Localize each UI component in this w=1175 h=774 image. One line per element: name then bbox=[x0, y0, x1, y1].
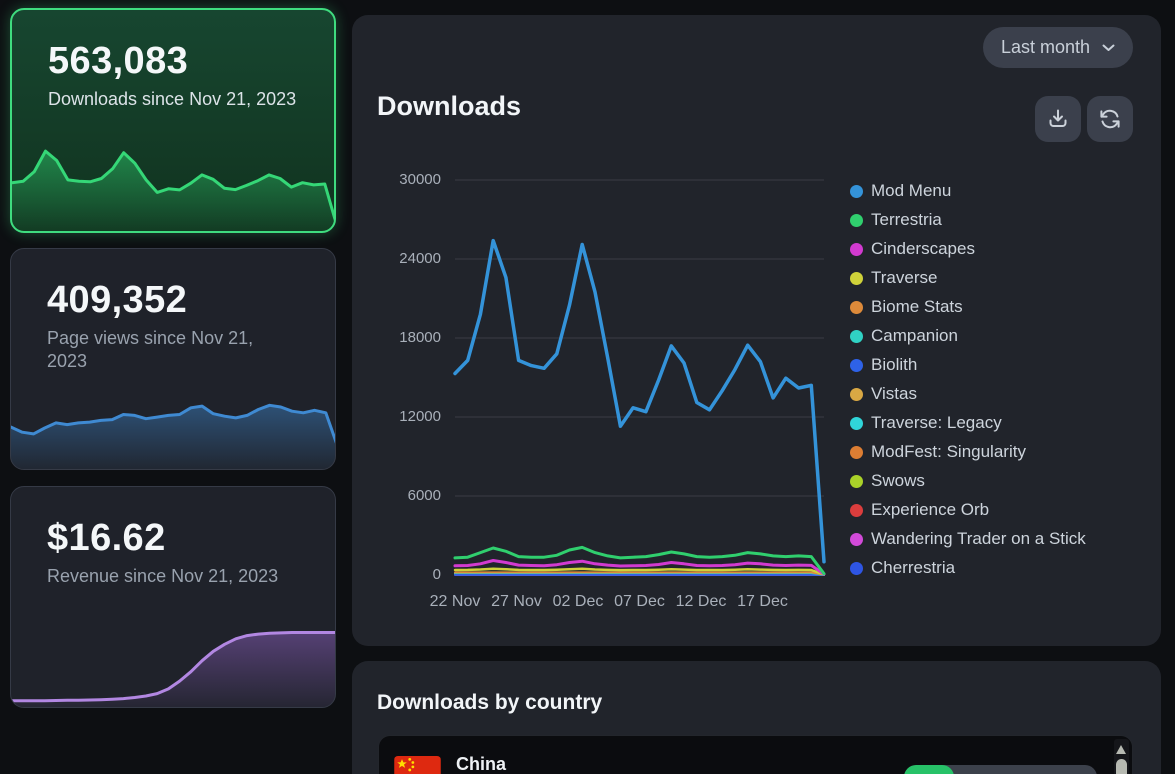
page-views-total: 409,352 bbox=[47, 279, 335, 322]
legend-label: Cinderscapes bbox=[871, 239, 975, 259]
y-axis-label: 6000 bbox=[371, 487, 441, 504]
legend-dot-icon bbox=[850, 446, 863, 459]
page-views-total-label: Page views since Nov 21, 2023 bbox=[47, 327, 297, 373]
legend-label: Mod Menu bbox=[871, 181, 951, 201]
downloads-total: 563,083 bbox=[48, 40, 334, 83]
country-downloads-bar bbox=[904, 765, 1097, 774]
legend-dot-icon bbox=[850, 388, 863, 401]
chart-legend: Mod Menu Terrestria Cinderscapes Traverse Bi… bbox=[850, 181, 1086, 578]
legend-item-biome-stats[interactable]: Biome Stats bbox=[850, 297, 1086, 317]
y-axis-label: 12000 bbox=[371, 408, 441, 425]
legend-label: Experience Orb bbox=[871, 500, 989, 520]
y-axis-label: 0 bbox=[371, 566, 441, 583]
y-axis-label: 24000 bbox=[371, 250, 441, 267]
stat-card-downloads[interactable]: 563,083 Downloads since Nov 21, 2023 bbox=[10, 8, 336, 233]
legend-item-traverse[interactable]: Traverse bbox=[850, 268, 1086, 288]
legend-label: Campanion bbox=[871, 326, 958, 346]
revenue-total: $16.62 bbox=[47, 517, 335, 560]
legend-dot-icon bbox=[850, 214, 863, 227]
country-panel-title: Downloads by country bbox=[377, 691, 602, 715]
legend-item-cinderscapes[interactable]: Cinderscapes bbox=[850, 239, 1086, 259]
legend-dot-icon bbox=[850, 475, 863, 488]
stat-card-revenue[interactable]: $16.62 Revenue since Nov 21, 2023 bbox=[10, 486, 336, 708]
scrollbar-thumb[interactable] bbox=[1116, 759, 1127, 774]
legend-dot-icon bbox=[850, 185, 863, 198]
revenue-sparkline bbox=[11, 615, 336, 707]
downloads-total-label: Downloads since Nov 21, 2023 bbox=[48, 88, 298, 111]
legend-label: Vistas bbox=[871, 384, 917, 404]
y-axis-label: 18000 bbox=[371, 329, 441, 346]
country-list-scrollbar[interactable] bbox=[1114, 739, 1129, 774]
legend-item-vistas[interactable]: Vistas bbox=[850, 384, 1086, 404]
country-list: China bbox=[378, 735, 1133, 774]
legend-item-biolith[interactable]: Biolith bbox=[850, 355, 1086, 375]
legend-item-mod-menu[interactable]: Mod Menu bbox=[850, 181, 1086, 201]
legend-dot-icon bbox=[850, 272, 863, 285]
downloads-panel: Last month Downloads 3000024000180001200… bbox=[352, 15, 1161, 646]
series-line-mod-menu bbox=[455, 241, 824, 562]
legend-label: Wandering Trader on a Stick bbox=[871, 529, 1086, 549]
legend-label: Biome Stats bbox=[871, 297, 963, 317]
legend-item-traverse-legacy[interactable]: Traverse: Legacy bbox=[850, 413, 1086, 433]
legend-item-campanion[interactable]: Campanion bbox=[850, 326, 1086, 346]
scroll-up-arrow-icon[interactable] bbox=[1116, 745, 1126, 754]
country-panel: Downloads by country China bbox=[352, 661, 1161, 774]
legend-item-cherrestria[interactable]: Cherrestria bbox=[850, 558, 1086, 578]
legend-dot-icon bbox=[850, 243, 863, 256]
legend-item-experience-orb[interactable]: Experience Orb bbox=[850, 500, 1086, 520]
legend-dot-icon bbox=[850, 330, 863, 343]
sparkline-area bbox=[12, 151, 336, 231]
stat-card-page-views[interactable]: 409,352 Page views since Nov 21, 2023 bbox=[10, 248, 336, 470]
legend-dot-icon bbox=[850, 562, 863, 575]
country-downloads-bar-fill bbox=[904, 765, 954, 774]
page-views-sparkline bbox=[11, 377, 336, 469]
revenue-total-label: Revenue since Nov 21, 2023 bbox=[47, 565, 297, 588]
legend-label: Cherrestria bbox=[871, 558, 955, 578]
legend-label: Swows bbox=[871, 471, 925, 491]
legend-label: ModFest: Singularity bbox=[871, 442, 1026, 462]
sparkline-area bbox=[11, 633, 336, 708]
legend-label: Traverse bbox=[871, 268, 937, 288]
legend-dot-icon bbox=[850, 533, 863, 546]
china-flag-icon bbox=[394, 756, 441, 774]
legend-dot-icon bbox=[850, 504, 863, 517]
y-axis-label: 30000 bbox=[371, 171, 441, 188]
legend-dot-icon bbox=[850, 301, 863, 314]
legend-label: Biolith bbox=[871, 355, 917, 375]
x-axis-label: 17 Dec bbox=[723, 593, 803, 611]
legend-dot-icon bbox=[850, 417, 863, 430]
legend-label: Traverse: Legacy bbox=[871, 413, 1002, 433]
legend-item-terrestria[interactable]: Terrestria bbox=[850, 210, 1086, 230]
downloads-sparkline bbox=[12, 143, 336, 231]
legend-item-swows[interactable]: Swows bbox=[850, 471, 1086, 491]
legend-item-wandering-trader-on-a-stick[interactable]: Wandering Trader on a Stick bbox=[850, 529, 1086, 549]
country-name: China bbox=[456, 754, 506, 774]
legend-label: Terrestria bbox=[871, 210, 942, 230]
legend-item-modfest-singularity[interactable]: ModFest: Singularity bbox=[850, 442, 1086, 462]
legend-dot-icon bbox=[850, 359, 863, 372]
